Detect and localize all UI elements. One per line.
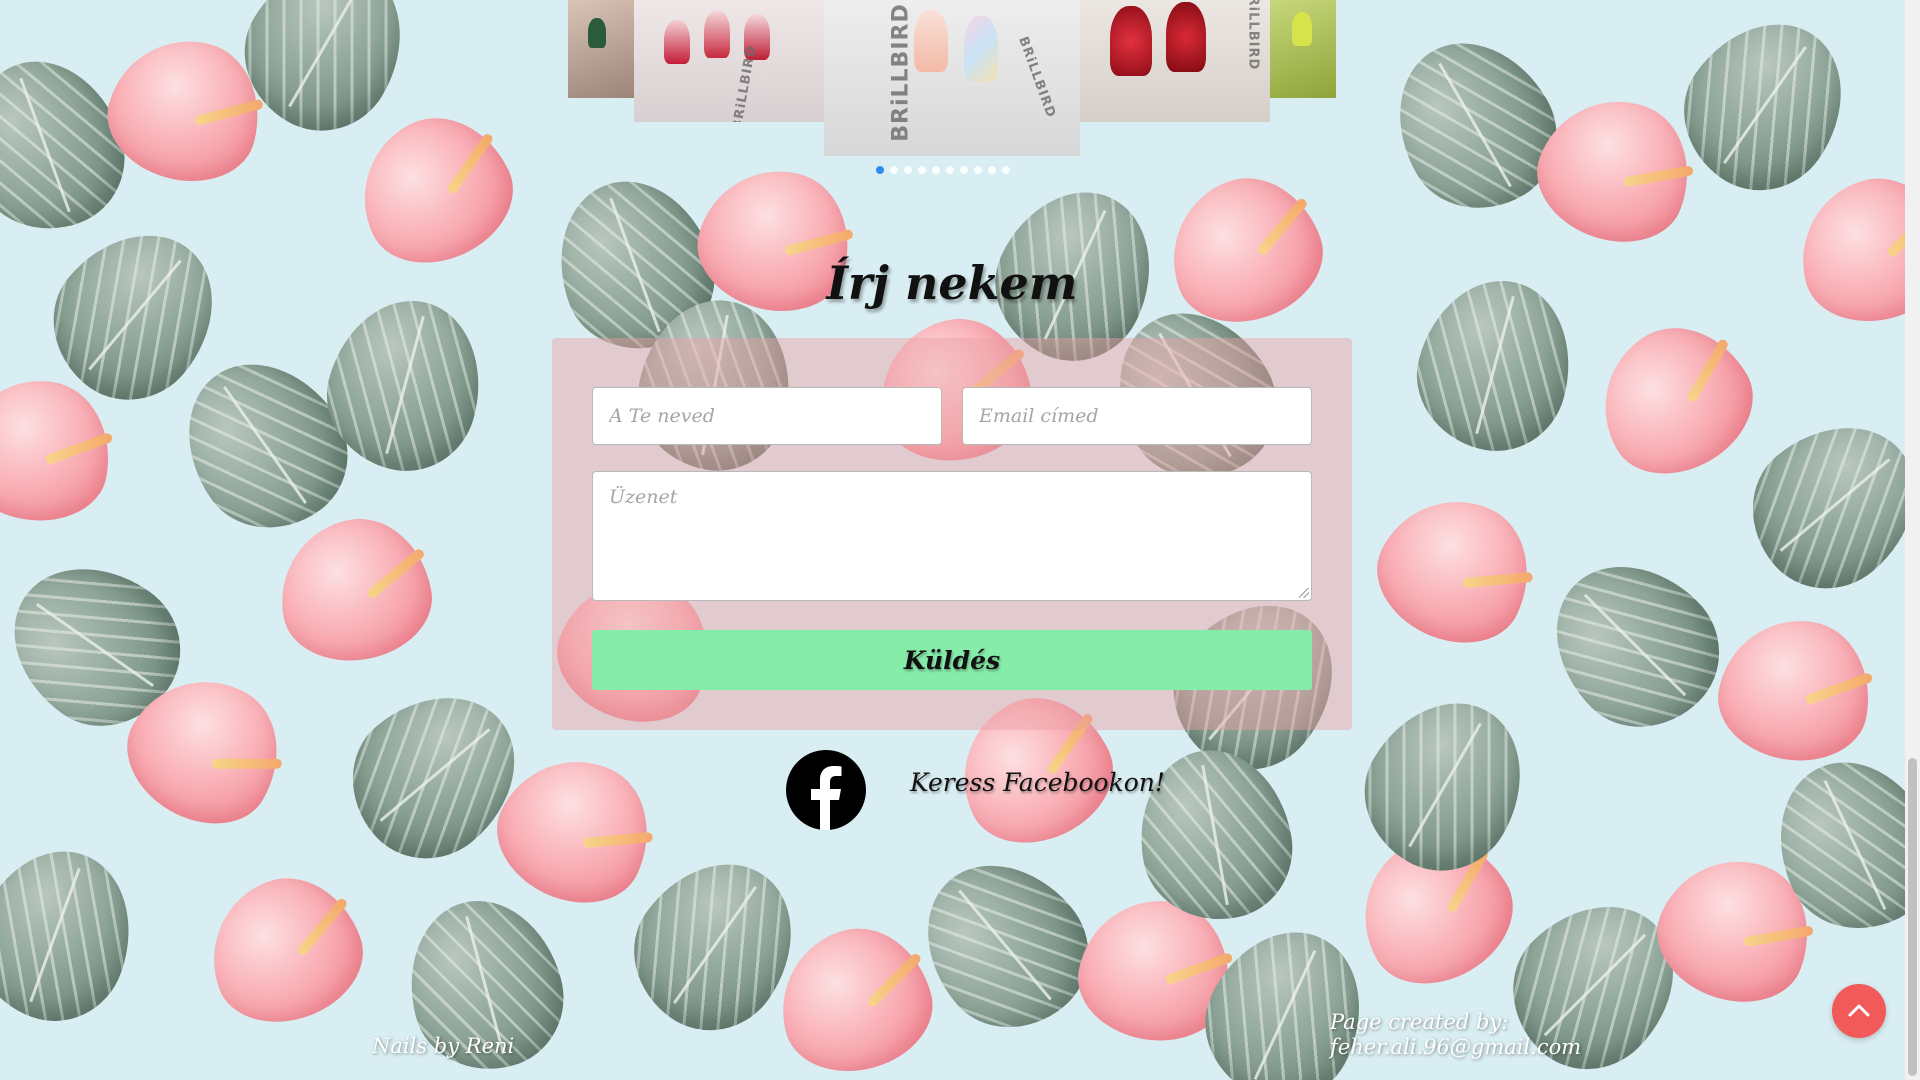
- send-button[interactable]: Küldés: [592, 630, 1312, 690]
- gallery-dot[interactable]: [904, 166, 912, 174]
- gallery-dot[interactable]: [1002, 166, 1010, 174]
- gallery-image-4[interactable]: BRiLLBIRD: [1080, 0, 1270, 122]
- gallery-dot[interactable]: [960, 166, 968, 174]
- gallery-image-1[interactable]: [568, 0, 634, 98]
- scrollbar-thumb[interactable]: [1908, 758, 1917, 1076]
- gallery-dot[interactable]: [974, 166, 982, 174]
- footer-brand: Nails by Reni: [372, 1034, 515, 1058]
- gallery-brand-text: BRiLLBIRD: [1015, 34, 1059, 121]
- credit-email[interactable]: feher.ali.96@gmail.com: [1330, 1035, 1581, 1060]
- gallery-dot[interactable]: [932, 166, 940, 174]
- credit-label: Page created by:: [1330, 1010, 1509, 1034]
- page-scrollbar[interactable]: [1905, 0, 1920, 1080]
- name-input[interactable]: [592, 387, 942, 445]
- gallery-dot[interactable]: [918, 166, 926, 174]
- facebook-link[interactable]: Keress Facebookon!: [910, 768, 1165, 797]
- contact-title: Írj nekem: [826, 256, 1078, 310]
- gallery-dot[interactable]: [988, 166, 996, 174]
- gallery-image-5[interactable]: [1270, 0, 1336, 98]
- gallery-pagination[interactable]: [876, 166, 1010, 176]
- gallery-dot[interactable]: [876, 166, 884, 174]
- gallery-dot[interactable]: [946, 166, 954, 174]
- footer-credit: Page created by: feher.ali.96@gmail.com: [1330, 1010, 1581, 1060]
- facebook-icon[interactable]: [786, 750, 866, 830]
- gallery-brand-text: BRiLLBIRD: [1245, 0, 1261, 71]
- textarea-resize-handle[interactable]: [1299, 588, 1309, 598]
- chevron-up-icon: [1848, 1004, 1870, 1017]
- email-input[interactable]: [962, 387, 1312, 445]
- gallery-dot[interactable]: [890, 166, 898, 174]
- message-textarea[interactable]: [592, 471, 1312, 601]
- gallery-image-2[interactable]: BRiLLBIRD: [634, 0, 824, 122]
- back-to-top-button[interactable]: [1832, 984, 1886, 1038]
- gallery-image-3[interactable]: BRiLLBIRD BRiLLBIRD: [824, 0, 1080, 156]
- nail-gallery[interactable]: BRiLLBIRD BRiLLBIRD BRiLLBIRD BRiLLBIRD: [568, 0, 1336, 160]
- gallery-brand-text: BRiLLBIRD: [888, 3, 914, 142]
- gallery-brand-text: BRiLLBIRD: [729, 44, 760, 122]
